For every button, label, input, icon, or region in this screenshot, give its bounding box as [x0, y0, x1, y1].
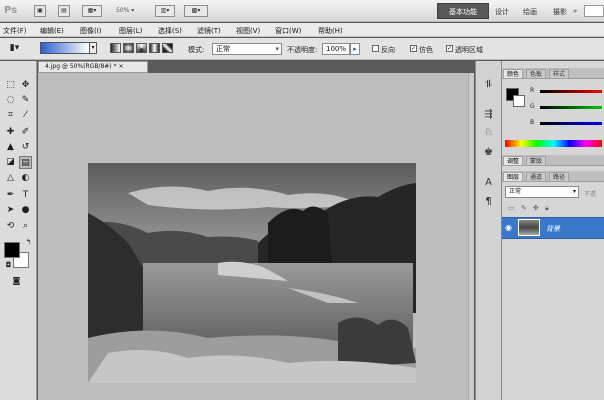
tab-swatches[interactable]: 色板 [526, 69, 547, 79]
tab-channels[interactable]: 通道 [526, 172, 547, 182]
lasso-tool-icon[interactable]: ◌ [4, 94, 17, 107]
opacity-label: 不透明度: [287, 46, 318, 54]
paragraph-panel-icon[interactable]: ¶ [481, 195, 496, 209]
swap-colors-icon[interactable]: ↰ [22, 236, 35, 249]
menu-image[interactable]: 图像(I) [80, 26, 102, 36]
tab-color[interactable]: 颜色 [503, 69, 524, 79]
blur-tool-icon[interactable]: △ [4, 172, 17, 185]
clone-stamp-tool-icon[interactable]: ▲ [4, 141, 17, 154]
default-colors-icon[interactable]: ◘ [2, 259, 15, 272]
menu-view[interactable]: 视图(V) [236, 26, 260, 36]
reverse-checkbox[interactable] [372, 45, 379, 52]
eyedropper-tool-icon[interactable]: ⁄ [19, 109, 32, 122]
blend-mode-select[interactable]: 正常 ▾ [212, 43, 282, 55]
dodge-tool-icon[interactable]: ◐ [19, 172, 32, 185]
radial-gradient-icon[interactable] [123, 43, 134, 53]
opacity-slider-toggle[interactable]: ▸ [350, 43, 360, 55]
actions-panel-icon[interactable]: ⇶ [481, 108, 496, 122]
blue-slider[interactable] [540, 122, 602, 125]
menu-file[interactable]: 文件(F) [3, 26, 27, 36]
gradient-picker-dropdown[interactable]: ▾ [89, 42, 97, 54]
3d-rotate-tool-icon[interactable]: ⟲ [4, 220, 17, 233]
diamond-gradient-icon[interactable] [162, 43, 173, 53]
angle-gradient-icon[interactable] [136, 43, 147, 53]
quick-select-tool-icon[interactable]: ✎ [19, 94, 32, 107]
channel-r-label: R [530, 87, 535, 94]
document-tab[interactable]: 4.jpg @ 50%(RGB/8#) * × [38, 61, 148, 73]
reflected-gradient-icon[interactable] [149, 43, 160, 53]
app-logo: Ps [4, 5, 18, 16]
eraser-tool-icon[interactable]: ◪ [4, 156, 17, 169]
pen-tool-icon[interactable]: ✒ [4, 189, 17, 202]
clone-source-panel-icon[interactable]: ♚ [481, 146, 496, 160]
marquee-tool-icon[interactable]: ⬚ [4, 79, 17, 92]
mode-label: 模式: [188, 46, 205, 54]
red-slider[interactable] [540, 90, 602, 93]
opacity-input[interactable]: 100% [322, 43, 350, 55]
layer-lock-icons[interactable]: ▭ ✎ ✥ 🔒︎ [508, 204, 551, 213]
tab-styles[interactable]: 样式 [549, 69, 570, 79]
layer-blend-mode-select[interactable]: 正常 ▾ [505, 186, 579, 198]
transparency-checkbox[interactable]: ✓ [446, 45, 453, 52]
move-tool-icon[interactable]: ✥ [19, 79, 32, 92]
menu-edit[interactable]: 编辑(E) [40, 26, 64, 36]
character-panel-icon[interactable]: A [481, 176, 496, 190]
path-select-tool-icon[interactable]: ➤ [4, 204, 17, 217]
channel-b-label: B [530, 119, 535, 126]
menu-filter[interactable]: 滤镜(T) [197, 26, 221, 36]
dither-checkbox[interactable]: ✓ [410, 45, 417, 52]
document-image[interactable] [88, 163, 416, 383]
tab-layers[interactable]: 图层 [503, 172, 524, 182]
quick-mask-icon[interactable]: ◙ [10, 274, 23, 287]
layer-name[interactable]: 背景 [546, 224, 560, 234]
tab-adjustments[interactable]: 调整 [503, 156, 524, 166]
workspace-more-button[interactable]: » [573, 7, 577, 15]
menu-window[interactable]: 窗口(W) [275, 26, 301, 36]
brush-panel-icon[interactable]: ♘ [481, 126, 496, 140]
bridge-icon[interactable]: ▣ [34, 5, 46, 17]
dither-label: 仿色 [419, 46, 433, 54]
type-tool-icon[interactable]: T [19, 189, 32, 202]
zoom-tool-icon[interactable]: ⌕ [19, 220, 32, 233]
layer-thumbnail [518, 219, 540, 236]
foreground-color-swatch-top[interactable] [4, 242, 20, 258]
workspace-design-button[interactable]: 设计 [495, 7, 509, 17]
gradient-preview[interactable] [40, 42, 90, 54]
search-input[interactable] [584, 5, 604, 17]
color-spectrum-bar[interactable] [505, 140, 602, 147]
arrange-documents-dropdown[interactable]: ▥▾ [155, 5, 175, 17]
layer-opacity-label: 不透 [584, 191, 597, 198]
workspace-painting-button[interactable]: 绘画 [523, 7, 537, 17]
shape-tool-icon[interactable]: ● [19, 204, 32, 217]
workspace-photography-button[interactable]: 摄影 [553, 7, 567, 17]
screen-mode-dropdown[interactable]: ▩▾ [184, 5, 208, 17]
workspace-essentials-button[interactable]: 基本功能 [437, 3, 489, 19]
linear-gradient-icon[interactable] [110, 43, 121, 53]
menu-help[interactable]: 帮助(H) [318, 26, 343, 36]
channel-g-label: G [530, 103, 535, 110]
reverse-label: 反向 [381, 46, 395, 54]
color-panel-background-swatch[interactable] [513, 95, 525, 107]
zoom-level[interactable]: 50% ▾ [116, 7, 134, 14]
tool-preset-icon[interactable]: ▮▾ [8, 42, 21, 55]
crop-tool-icon[interactable]: ⌗ [4, 109, 17, 122]
mini-bridge-icon[interactable]: ▤ [58, 5, 70, 17]
canvas-scrollbar[interactable] [468, 73, 474, 400]
history-panel-icon[interactable]: ⥮ [481, 78, 496, 92]
layer-visibility-eye-icon[interactable]: ◉ [505, 223, 512, 232]
brush-tool-icon[interactable]: ✐ [19, 126, 32, 139]
tab-paths[interactable]: 路径 [549, 172, 570, 182]
view-extras-dropdown[interactable]: ▦▾ [82, 5, 102, 17]
tab-masks[interactable]: 蒙版 [526, 156, 547, 166]
healing-brush-tool-icon[interactable]: ✚ [4, 126, 17, 139]
green-slider[interactable] [540, 106, 602, 109]
menu-layer[interactable]: 图层(L) [119, 26, 142, 36]
transparency-label: 透明区域 [455, 46, 483, 54]
gradient-tool-icon[interactable]: ▤ [19, 156, 32, 169]
history-brush-tool-icon[interactable]: ↺ [19, 141, 32, 154]
menu-select[interactable]: 选择(S) [158, 26, 182, 36]
close-icon[interactable]: × [118, 63, 123, 70]
